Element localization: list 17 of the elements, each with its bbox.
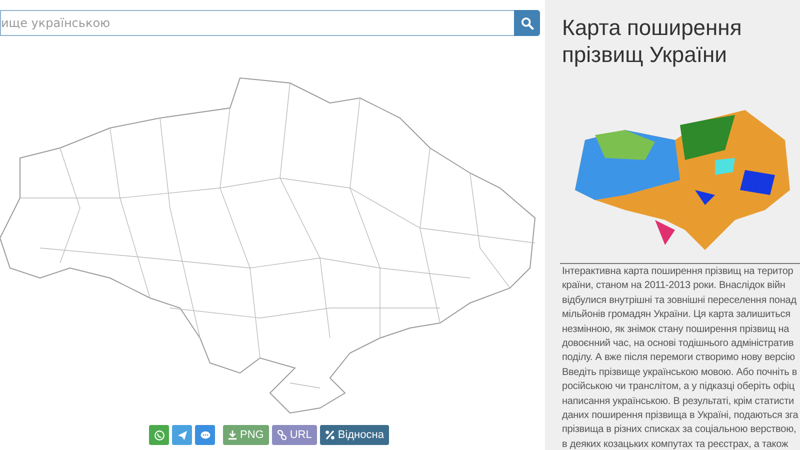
description-text: Інтерактивна карта поширення прізвищ на територ країни, станом на 2011-2013 роки. Внаслідок війн відбулися внутрішні та зовнішні переселення понад мільйонів громадян України. Ця карта залишиться незмінною, як знімок стану поширення прізвищ на довоєнний час, на основі тодішнього адміністратив поділу. А вже після перемоги створимо нову версію Введіть прізвище українською мовою. Або почніть в російською чи транслітом, а у підказці оберіть офіц написання українською. В результаті, крім статисти даних поширення прізвища в Україні, подаються зга прізвища в різних списках за соціальною верствою, в деяких козацьких компутах та реєстрах, а також: [560, 263, 800, 450]
percent-icon: [324, 430, 335, 440]
search-icon: [520, 16, 534, 30]
paper-plane-icon: [176, 430, 188, 440]
download-icon: [228, 430, 237, 440]
chat-share-button[interactable]: [195, 425, 215, 445]
phone-bubble-icon: [154, 430, 164, 440]
link-icon: [276, 430, 287, 440]
telegram-share-button[interactable]: [172, 425, 192, 445]
whatsapp-share-button[interactable]: [149, 425, 169, 445]
link-button[interactable]: URL: [272, 425, 317, 445]
chat-bubble-icon: [200, 430, 210, 440]
percent-button[interactable]: Відносна: [320, 425, 389, 445]
download-button[interactable]: PNG: [223, 425, 269, 445]
search-field[interactable]: ище українською: [0, 10, 514, 36]
sidebar-title: Карта поширення прізвищ України: [562, 14, 743, 68]
search-button[interactable]: [514, 10, 540, 36]
